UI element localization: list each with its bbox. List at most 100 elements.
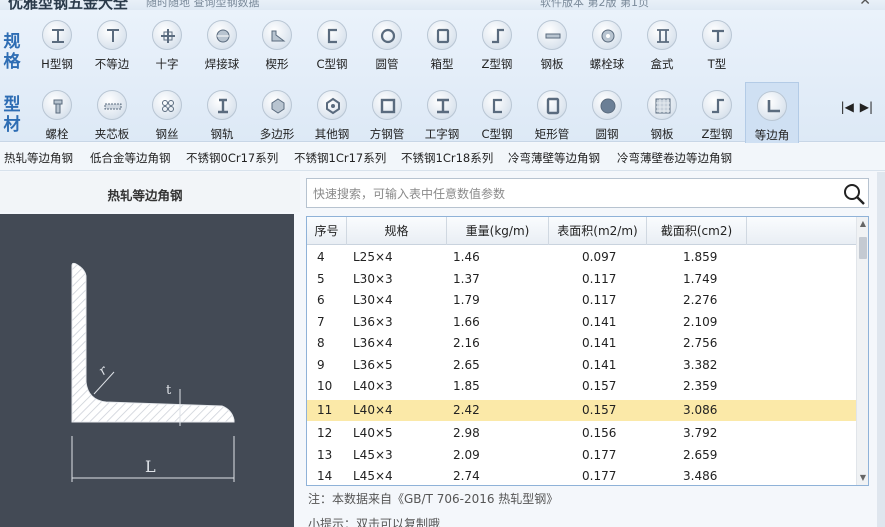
category-item-cross[interactable]: 十字 [140,12,194,74]
subtype-tab[interactable]: 不锈钢1Cr17系列 [294,150,386,166]
category-item-steel-plate[interactable]: 钢板 [525,12,579,74]
steel-wire-icon [152,90,182,120]
table-cell: 3.792 [683,426,718,440]
table-row[interactable]: 8 L36×4 2.16 0.141 2.756 [307,333,857,354]
table-cell: 2.74 [453,469,480,483]
table-row[interactable]: 14 L45×4 2.74 0.177 3.486 [307,466,857,485]
table-cell: 2.42 [453,402,480,417]
category-label: 夹芯板 [94,127,130,141]
scroll-thumb[interactable] [859,237,867,259]
bolt-ball-icon [592,20,622,50]
table-row[interactable]: 4 L25×4 1.46 0.097 1.859 [307,247,857,268]
title-bar: 优雅型钢五金大全 随时随地 查询型钢数据 软件版本 第2版 第1页 ✕ [0,0,885,10]
category-item-z-section[interactable]: Z型钢 [470,12,524,74]
subtype-tab[interactable]: 低合金等边角钢 [90,150,171,166]
table-row[interactable]: 10 L40×3 1.85 0.157 2.359 [307,376,857,397]
table-cell: L25×4 [353,250,393,264]
steel-plate-icon [537,20,567,50]
subtype-tab[interactable]: 热轧等边角钢 [4,150,73,166]
category-item-round-bar[interactable]: 圆钢 [580,82,634,144]
table-row[interactable]: 7 L36×3 1.66 0.141 2.109 [307,312,857,333]
box-section-icon [427,20,457,50]
scroll-next-icon[interactable]: ▶| [860,100,873,114]
bolt-icon [42,90,72,120]
angle-section-diagram: r t L [0,214,294,527]
table-row[interactable]: 12 L40×5 2.98 0.156 3.792 [307,423,857,444]
search-icon[interactable] [842,182,866,206]
table-row[interactable]: 5 L30×3 1.37 0.117 1.749 [307,269,857,290]
spec-table: 序号 规格 重量(kg/m) 表面积(m2/m) 截面积(cm2) 4 L25×4 1.46… [306,216,869,486]
polygon-icon [262,90,292,120]
category-item-h-beam[interactable]: H型钢 [30,12,84,74]
close-icon[interactable]: ✕ [859,0,871,9]
scroll-up-icon[interactable]: ▲ [857,217,868,231]
category-item-equal-angle[interactable]: 等边角 [745,82,799,144]
window-edge [877,172,885,527]
table-row[interactable]: 13 L45×3 2.09 0.177 2.659 [307,445,857,466]
category-label: 钢板 [540,57,564,71]
scroll-prev-icon[interactable]: |◀ [841,100,854,114]
category-item-unequal-angle[interactable]: 不等边 [85,12,139,74]
table-cell: 13 [317,447,333,462]
category-item-other-steel[interactable]: 其他钢 [305,82,359,144]
other-steel-icon [317,90,347,120]
category-label: Z型钢 [701,127,733,141]
category-item-wedge[interactable]: 楔形 [250,12,304,74]
subtype-tab[interactable]: 不锈钢1Cr18系列 [401,150,493,166]
category-item-z-section[interactable]: Z型钢 [690,82,744,144]
category-item-rail[interactable]: 钢轨 [195,82,249,144]
table-cell: 0.117 [582,271,617,286]
category-item-bolt-ball[interactable]: 螺栓球 [580,12,634,74]
table-scrollbar[interactable]: ▲ ▼ [856,217,868,485]
category-label: 箱型 [430,57,454,71]
category-item-bolt[interactable]: 螺栓 [30,82,84,144]
category-item-box-type[interactable]: 盒式 [635,12,689,74]
category-label: 焊接球 [204,57,240,71]
category-item-polygon[interactable]: 多边形 [250,82,304,144]
category-label: T型 [707,57,727,71]
subtype-tab[interactable]: 不锈钢0Cr17系列 [186,150,278,166]
category-item-square-tube[interactable]: 方钢管 [360,82,414,144]
table-cell: 7 [317,314,325,329]
column-header[interactable]: 表面积(m2/m) [549,217,647,245]
subtype-tab[interactable]: 冷弯薄壁卷边等边角钢 [617,150,732,166]
category-item-weld-ball[interactable]: 焊接球 [195,12,249,74]
table-cell: 0.157 [582,379,617,393]
category-item-t-section[interactable]: T型 [690,12,744,74]
table-row[interactable]: 11 L40×4 2.42 0.157 3.086 [307,399,857,421]
column-header[interactable]: 规格 [347,217,447,245]
category-label: 圆管 [375,57,399,71]
category-item-box-section[interactable]: 箱型 [415,12,469,74]
search-input[interactable] [313,184,833,204]
table-cell: L30×4 [353,293,393,307]
category-item-sandwich-panel[interactable]: 夹芯板 [85,82,139,144]
table-cell: 1.749 [683,271,718,286]
category-item-c-channel[interactable]: C型钢 [470,82,524,144]
scroll-down-icon[interactable]: ▼ [857,471,868,485]
category-item-rect-tube[interactable]: 矩形管 [525,82,579,144]
section-title: 热轧等边角钢 [107,188,183,203]
category-label: 楔形 [265,57,289,71]
table-cell: L36×4 [353,336,393,350]
column-header[interactable]: 截面积(cm2) [647,217,747,245]
subtype-tab[interactable]: 冷弯薄壁等边角钢 [508,150,600,166]
column-header[interactable]: 重量(kg/m) [447,217,549,245]
table-cell: 0.141 [582,357,617,372]
category-label: 钢轨 [210,127,234,141]
category-item-checker-plate[interactable]: 钢板 [635,82,689,144]
table-row[interactable]: 9 L36×5 2.65 0.141 3.382 [307,355,857,376]
table-row[interactable]: 6 L30×4 1.79 0.117 2.276 [307,290,857,311]
z-section-icon [482,20,512,50]
category-item-c-channel[interactable]: C型钢 [305,12,359,74]
table-cell: 10 [317,379,333,393]
category-label: 矩形管 [534,127,570,141]
column-header[interactable]: 序号 [307,217,347,245]
table-cell: 2.109 [683,314,718,329]
category-item-round-tube[interactable]: 圆管 [360,12,414,74]
category-label: 其他钢 [314,127,350,141]
data-source-note: 注：本数据来自《GB/T 706-2016 热轧型钢》 [308,492,559,506]
category-item-steel-wire[interactable]: 钢丝 [140,82,194,144]
app-meta: 软件版本 第2版 第1页 [540,0,649,9]
dim-L-label: L [145,457,156,476]
category-item-i-beam[interactable]: 工字钢 [415,82,469,144]
